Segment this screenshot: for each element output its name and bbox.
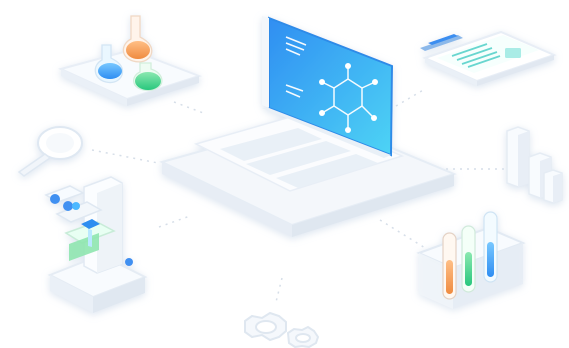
flask-platform-icon [58,15,203,106]
clipboard-icon [420,30,557,86]
tube-green [461,225,476,293]
laptop-icon [159,16,457,237]
flask-orange [122,15,153,63]
gears-icon [244,311,320,348]
flask-blue [94,44,124,84]
microscope-icon [44,176,148,313]
bar-chart-icon [506,126,563,204]
lab-illustration [17,15,563,348]
magnifier-icon [17,126,83,177]
test-tubes-icon [416,211,526,309]
tube-blue [483,211,498,283]
illustration-scene [0,0,569,348]
tube-orange [442,232,457,300]
